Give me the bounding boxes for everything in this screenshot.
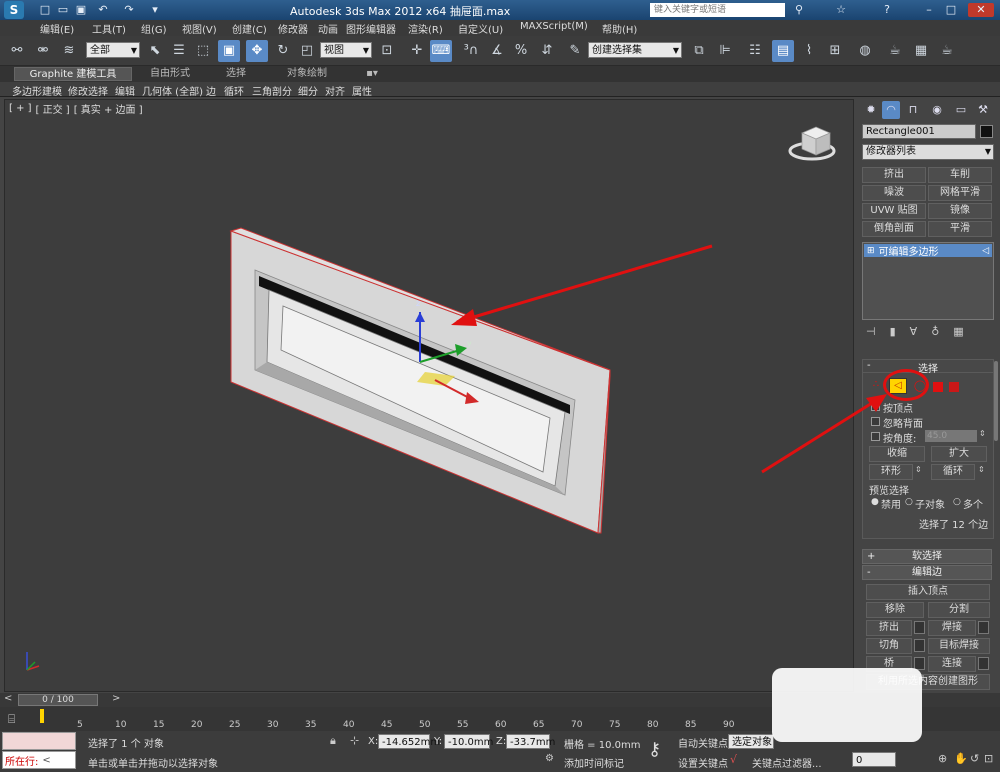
- next-frame-icon[interactable]: >: [112, 693, 120, 704]
- annotation-arrow-edge: [761, 394, 887, 474]
- frame-tick-label: 65: [533, 720, 545, 730]
- mini-curve-editor-icon[interactable]: ⌸: [8, 712, 15, 727]
- frame-tick-label: 70: [571, 720, 583, 730]
- frame-tick-label: 25: [229, 720, 241, 730]
- x-label: X:: [368, 736, 379, 747]
- frame-tick-label: 90: [723, 720, 735, 730]
- absolute-mode-icon[interactable]: ⊹: [350, 734, 359, 747]
- current-frame-field[interactable]: 0: [852, 752, 896, 767]
- z-label: Z:: [496, 736, 507, 747]
- maximize-viewport-icon[interactable]: ⊡: [984, 752, 993, 765]
- track-bar-ruler[interactable]: 5 10 15 20 25 30 35 40 45 50 55 60 65 70…: [40, 709, 770, 731]
- prev-frame-icon[interactable]: <: [4, 693, 12, 704]
- current-frame-marker[interactable]: [40, 709, 44, 723]
- status-message-bottom: 单击或单击并拖动以选择对象: [88, 759, 218, 770]
- key-filter-check-icon[interactable]: √: [730, 753, 737, 766]
- frame-tick-label: 50: [419, 720, 431, 730]
- frame-tick-label: 45: [381, 720, 393, 730]
- frame-tick-label: 55: [457, 720, 469, 730]
- time-slider-thumb[interactable]: 0 / 100: [18, 694, 98, 706]
- grid-size: 栅格 = 10.0mm: [564, 740, 641, 751]
- chevron-left-icon: <: [42, 754, 51, 766]
- frame-tick-label: 15: [153, 720, 165, 730]
- zoom-icon[interactable]: ⊕: [938, 752, 947, 765]
- maxscript-mini-listener[interactable]: 所在行: <: [2, 751, 76, 769]
- frame-tick-label: 60: [495, 720, 507, 730]
- x-coordinate-field[interactable]: -14.652mm: [378, 734, 440, 749]
- time-tag-icon[interactable]: ⚙: [545, 753, 554, 764]
- frame-tick-label: 20: [191, 720, 203, 730]
- frame-tick-label: 10: [115, 720, 127, 730]
- frame-tick-label: 85: [685, 720, 697, 730]
- in-progress-label: 所在行:: [5, 756, 39, 768]
- status-message-top: 选择了 1 个 对象: [88, 739, 164, 750]
- selection-lock-icon[interactable]: 🔒︎: [330, 734, 336, 748]
- set-key-icon[interactable]: ⚷: [648, 739, 661, 760]
- frame-tick-label: 80: [647, 720, 659, 730]
- pan-icon[interactable]: ✋: [954, 752, 968, 765]
- set-key-button[interactable]: 设置关键点: [678, 755, 728, 770]
- frame-tick-label: 35: [305, 720, 317, 730]
- frame-tick-label: 5: [77, 720, 83, 730]
- frame-tick-label: 75: [609, 720, 621, 730]
- y-coordinate-field[interactable]: -10.0mm: [444, 734, 493, 749]
- watermark-overlay: [772, 668, 922, 742]
- z-coordinate-field[interactable]: -33.7mm: [506, 734, 555, 749]
- add-time-tag-button[interactable]: 添加时间标记: [564, 755, 624, 770]
- maxscript-listener[interactable]: [2, 732, 76, 750]
- y-label: Y:: [434, 736, 443, 747]
- orbit-icon[interactable]: ↺: [970, 752, 979, 765]
- frame-tick-label: 30: [267, 720, 279, 730]
- auto-key-button[interactable]: 自动关键点: [678, 735, 728, 750]
- selected-objects-dropdown[interactable]: 选定对象: [728, 734, 774, 749]
- key-filters-button[interactable]: 关键点过滤器...: [752, 755, 822, 770]
- frame-tick-label: 40: [343, 720, 355, 730]
